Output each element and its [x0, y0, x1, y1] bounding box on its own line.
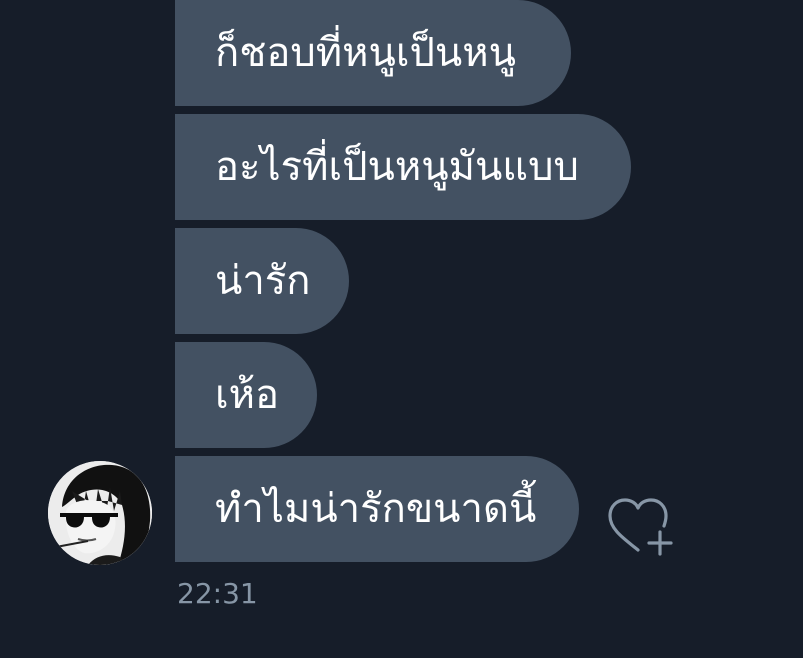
react-button[interactable]	[604, 494, 680, 560]
message-text: อะไรที่เป็นหนูมันแบบ	[215, 144, 579, 190]
message-bubble[interactable]: ทำไมน่ารักขนาดนี้	[175, 456, 579, 562]
sender-avatar[interactable]	[48, 461, 152, 565]
message-text: ก็ชอบที่หนูเป็นหนู	[215, 30, 516, 76]
message-bubble[interactable]: น่ารัก	[175, 228, 349, 334]
message-timestamp: 22:31	[177, 577, 258, 610]
heart-plus-icon	[608, 498, 673, 556]
message-text: น่ารัก	[215, 258, 311, 304]
user-avatar-icon	[48, 461, 152, 565]
message-text: ทำไมน่ารักขนาดนี้	[215, 486, 537, 532]
message-text: เห้อ	[215, 372, 280, 418]
chat-thread: ก็ชอบที่หนูเป็นหนู อะไรที่เป็นหนูมันแบบ …	[0, 0, 803, 658]
message-bubble[interactable]: เห้อ	[175, 342, 317, 448]
message-bubble[interactable]: ก็ชอบที่หนูเป็นหนู	[175, 0, 571, 106]
message-bubble[interactable]: อะไรที่เป็นหนูมันแบบ	[175, 114, 631, 220]
